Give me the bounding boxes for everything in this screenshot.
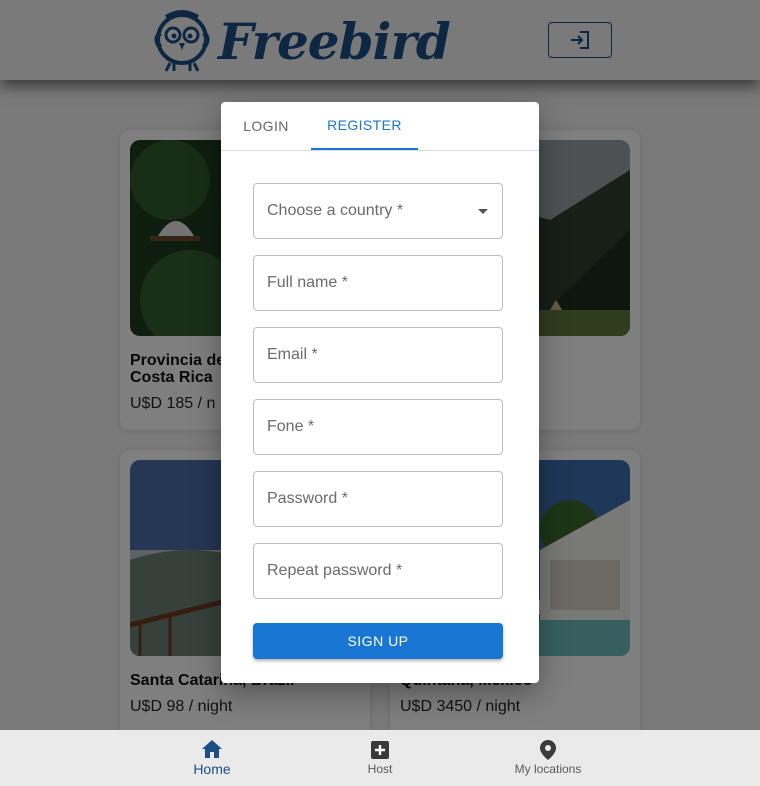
full-name-field[interactable]: Full name * [253,255,503,311]
bottom-navigation: Home Host My locations [0,730,760,786]
country-select[interactable]: Choose a country * [253,183,503,239]
tab-login[interactable]: LOGIN [221,102,311,150]
phone-field[interactable]: Fone * [253,399,503,455]
auth-tabs: LOGIN REGISTER [221,102,539,151]
nav-item-home[interactable]: Home [157,730,267,786]
nav-item-host[interactable]: Host [325,730,435,786]
tab-register[interactable]: REGISTER [311,102,418,150]
full-name-label: Full name * [267,274,348,291]
nav-item-my-locations[interactable]: My locations [493,730,603,786]
add-box-icon [371,741,389,759]
location-pin-icon [540,740,556,760]
nav-label: Host [367,762,393,776]
repeat-password-field[interactable]: Repeat password * [253,543,503,599]
nav-label: Home [193,761,231,777]
repeat-password-label: Repeat password * [267,562,403,579]
dropdown-arrow-icon [478,209,488,214]
auth-dialog: LOGIN REGISTER Choose a country * Full n… [221,102,539,683]
nav-label: My locations [514,762,582,776]
phone-label: Fone * [267,418,315,435]
password-label: Password * [267,490,348,507]
email-label: Email * [267,346,318,363]
password-field[interactable]: Password * [253,471,503,527]
sign-up-button[interactable]: SIGN UP [253,623,503,659]
home-icon [202,740,222,758]
country-select-label: Choose a country * [267,202,404,219]
email-field[interactable]: Email * [253,327,503,383]
